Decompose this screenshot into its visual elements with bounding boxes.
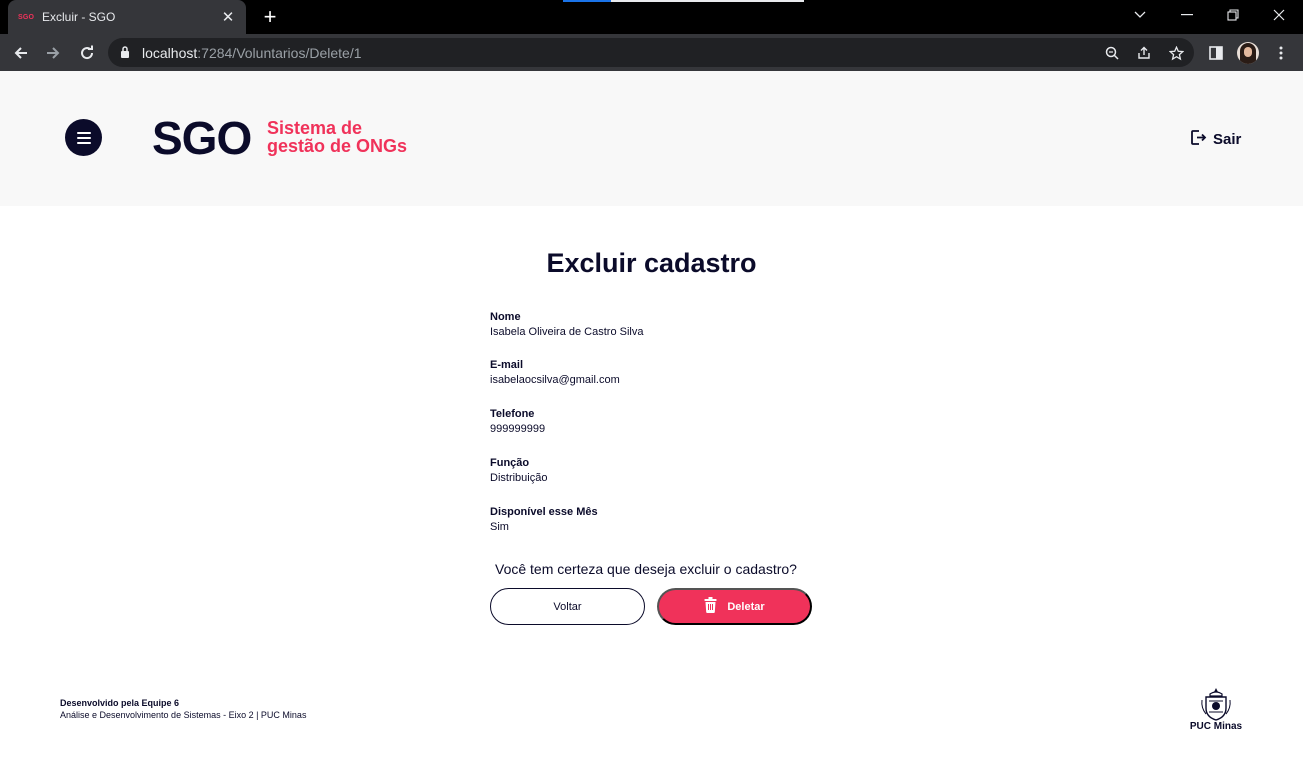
field-label: Disponível esse Mês bbox=[490, 506, 598, 518]
field-disponivel: Disponível esse Mês Sim bbox=[490, 505, 598, 535]
page-title: Excluir cadastro bbox=[546, 248, 757, 278]
field-value: isabelaocsilva@gmail.com bbox=[490, 374, 620, 386]
profile-avatar[interactable] bbox=[1235, 40, 1261, 66]
field-label: Função bbox=[490, 457, 530, 469]
confirm-question: Você tem certeza que deseja excluir o ca… bbox=[495, 561, 797, 577]
url-host: localhost bbox=[142, 45, 198, 61]
puc-minas-label: PUC Minas bbox=[1189, 721, 1243, 732]
footer-course: Análise e Desenvolvimento de Sistemas - … bbox=[60, 710, 307, 720]
delete-button[interactable]: Deletar bbox=[657, 588, 812, 625]
address-bar[interactable]: localhost:7284/Voluntarios/Delete/1 bbox=[108, 38, 1194, 67]
hamburger-menu-button[interactable] bbox=[65, 119, 102, 156]
logout-icon bbox=[1190, 129, 1207, 150]
delete-label: Deletar bbox=[727, 600, 765, 613]
tab-favicon: SGO bbox=[18, 13, 35, 21]
field-value: Isabela Oliveira de Castro Silva bbox=[490, 326, 644, 338]
field-funcao: Função Distribuição bbox=[490, 456, 547, 486]
url-text: localhost:7284/Voluntarios/Delete/1 bbox=[142, 45, 362, 61]
restore-icon[interactable] bbox=[1210, 0, 1256, 30]
more-menu-icon[interactable] bbox=[1268, 40, 1294, 66]
logo-subtitle-line2: gestão de ONGs bbox=[267, 136, 408, 156]
browser-tab[interactable]: SGO Excluir - SGO ✕ bbox=[8, 0, 246, 34]
forward-icon[interactable] bbox=[40, 40, 66, 66]
site-header: SGO Sistema de gestão de ONGs Sair bbox=[0, 71, 1303, 206]
field-value: 999999999 bbox=[490, 423, 546, 435]
browser-toolbar: localhost:7284/Voluntarios/Delete/1 bbox=[0, 34, 1303, 71]
footer-team: Desenvolvido pela Equipe 6 bbox=[60, 698, 180, 708]
avatar bbox=[1237, 42, 1259, 64]
field-value: Distribuição bbox=[490, 472, 548, 484]
window-strip bbox=[563, 0, 611, 2]
logout-button[interactable]: Sair bbox=[1190, 129, 1241, 150]
field-label: E-mail bbox=[490, 359, 524, 371]
side-panel-icon[interactable] bbox=[1203, 40, 1229, 66]
field-nome: Nome Isabela Oliveira de Castro Silva bbox=[490, 310, 643, 340]
logout-label: Sair bbox=[1213, 131, 1242, 148]
field-label: Nome bbox=[490, 311, 521, 323]
bookmark-star-icon[interactable] bbox=[1166, 43, 1186, 63]
new-tab-button[interactable]: + bbox=[258, 4, 282, 30]
zoom-icon[interactable] bbox=[1102, 43, 1122, 63]
minimize-icon[interactable] bbox=[1164, 0, 1210, 30]
share-icon[interactable] bbox=[1134, 43, 1154, 63]
close-window-icon[interactable] bbox=[1256, 0, 1302, 30]
lock-icon[interactable] bbox=[120, 46, 130, 64]
url-path: :7284/Voluntarios/Delete/1 bbox=[197, 45, 362, 61]
logo-sgo[interactable]: SGO bbox=[152, 111, 252, 165]
puc-minas-crest-icon bbox=[1198, 686, 1234, 722]
logo-subtitle: Sistema de gestão de ONGs bbox=[267, 119, 407, 155]
tab-title: Excluir - SGO bbox=[42, 10, 116, 24]
field-telefone: Telefone 999999999 bbox=[490, 407, 545, 437]
field-value: Sim bbox=[490, 521, 509, 533]
tab-search-icon[interactable] bbox=[1117, 0, 1163, 30]
tab-close-icon[interactable]: ✕ bbox=[220, 8, 236, 26]
trash-icon bbox=[704, 597, 717, 616]
back-button[interactable]: Voltar bbox=[490, 588, 645, 625]
browser-tab-bar: SGO Excluir - SGO ✕ + bbox=[0, 0, 1303, 34]
field-label: Telefone bbox=[490, 408, 535, 420]
window-strip-light bbox=[611, 0, 804, 2]
field-email: E-mail isabelaocsilva@gmail.com bbox=[490, 358, 620, 388]
logo-subtitle-line1: Sistema de bbox=[267, 118, 363, 138]
back-icon[interactable] bbox=[8, 40, 34, 66]
reload-icon[interactable] bbox=[74, 40, 100, 66]
